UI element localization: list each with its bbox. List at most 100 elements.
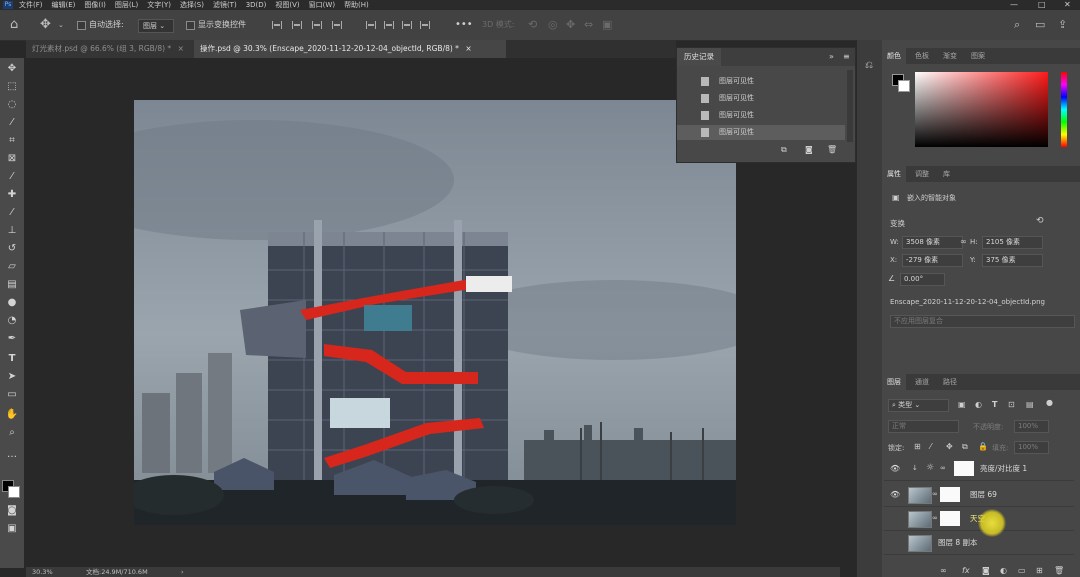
menu-window[interactable]: 窗口(W): [309, 0, 335, 10]
screen-mode-icon[interactable]: ▣: [5, 522, 19, 536]
filter-pixel-icon[interactable]: ▣: [958, 400, 966, 409]
history-brush-tool-icon[interactable]: ↺: [5, 242, 19, 256]
tab-layers[interactable]: 图层: [882, 374, 906, 390]
gradient-tool-icon[interactable]: ▤: [5, 278, 19, 292]
tab-color[interactable]: 颜色: [882, 48, 906, 64]
tab-gradients[interactable]: 渐变: [938, 48, 962, 64]
more-options-icon[interactable]: •••: [455, 10, 473, 40]
lock-artboard-icon[interactable]: ⧉: [962, 442, 968, 452]
search-icon[interactable]: ⌕: [1014, 10, 1020, 40]
blur-tool-icon[interactable]: ●: [5, 296, 19, 310]
distribute-left-icon[interactable]: [366, 21, 376, 29]
lock-transparency-icon[interactable]: ⊞: [914, 442, 921, 451]
menu-filter[interactable]: 滤镜(T): [213, 0, 237, 10]
background-color-chip[interactable]: [898, 80, 910, 92]
menu-view[interactable]: 视图(V): [275, 0, 299, 10]
history-scrollbar[interactable]: [847, 70, 853, 142]
new-document-from-state-icon[interactable]: ⧉: [781, 145, 787, 155]
tab-patterns[interactable]: 图案: [966, 48, 990, 64]
history-item-selected[interactable]: 图层可见性: [677, 125, 845, 140]
history-item[interactable]: 图层可见性: [677, 74, 845, 89]
frame-tool-icon[interactable]: ⊠: [5, 152, 19, 166]
trash-icon[interactable]: 🗑: [1054, 566, 1064, 575]
tab-paths[interactable]: 路径: [938, 374, 962, 390]
menu-file[interactable]: 文件(F): [19, 0, 43, 10]
tab-history[interactable]: 历史记录: [677, 48, 721, 66]
layer-thumbnail[interactable]: [908, 511, 932, 528]
3d-orbit-icon[interactable]: ⟲: [528, 10, 537, 40]
lock-all-icon[interactable]: 🔒: [978, 442, 988, 451]
new-adjustment-icon[interactable]: ◐: [1000, 566, 1007, 575]
quick-mask-icon[interactable]: ◙: [5, 504, 19, 518]
menu-3d[interactable]: 3D(D): [246, 0, 267, 10]
share-icon[interactable]: ⇪: [1058, 10, 1067, 40]
tab-adjustments[interactable]: 调整: [910, 166, 934, 182]
menu-edit[interactable]: 编辑(E): [52, 0, 76, 10]
close-window-button[interactable]: ✕: [1064, 0, 1071, 9]
home-icon[interactable]: ⌂: [10, 10, 18, 40]
close-icon[interactable]: ×: [178, 44, 184, 53]
crop-tool-icon[interactable]: ⌗: [5, 134, 19, 148]
zoom-level[interactable]: 30.3%: [32, 567, 53, 577]
background-color-swatch[interactable]: [8, 486, 20, 498]
marquee-tool-icon[interactable]: ⬚: [5, 80, 19, 94]
filter-smart-object-icon[interactable]: ▤: [1026, 400, 1034, 409]
brush-tool-icon[interactable]: ⁄: [5, 206, 19, 220]
fill-field[interactable]: 100%: [1014, 441, 1049, 454]
link-icon[interactable]: ∞: [960, 237, 967, 246]
reset-transform-icon[interactable]: ⟲: [1036, 216, 1044, 226]
history-item[interactable]: 图层可见性: [677, 108, 845, 123]
dodge-tool-icon[interactable]: ◔: [5, 314, 19, 328]
status-menu-arrow[interactable]: ›: [181, 567, 184, 577]
layer-mask-thumbnail[interactable]: [940, 511, 960, 526]
visibility-eye-icon[interactable]: 👁: [890, 464, 900, 473]
close-icon[interactable]: ×: [465, 44, 471, 53]
3d-roll-icon[interactable]: ◎: [548, 10, 558, 40]
visibility-eye-icon[interactable]: 👁: [890, 490, 900, 499]
layer-thumbnail[interactable]: [908, 535, 932, 552]
eyedropper-tool-icon[interactable]: ⁄: [5, 170, 19, 184]
layer-row[interactable]: 👁 ↓ ☼ ∞ 亮度/对比度 1: [884, 458, 1074, 481]
menu-layer[interactable]: 图层(L): [115, 0, 138, 10]
distribute-right-icon[interactable]: [402, 21, 412, 29]
pen-tool-icon[interactable]: ✒: [5, 332, 19, 346]
path-select-tool-icon[interactable]: ➤: [5, 370, 19, 384]
align-right-icon[interactable]: [312, 21, 322, 29]
layer-comps-dropdown[interactable]: 不应用图层复合: [890, 315, 1075, 328]
maximize-button[interactable]: □: [1038, 0, 1046, 9]
layer-name[interactable]: 图层 8 副本: [938, 532, 978, 554]
tab-properties[interactable]: 属性: [882, 166, 906, 182]
tab-swatches[interactable]: 色板: [910, 48, 934, 64]
y-field[interactable]: 375 像素: [982, 254, 1043, 267]
minimize-button[interactable]: —: [1010, 0, 1018, 9]
document-image[interactable]: [134, 100, 736, 525]
show-transform-checkbox[interactable]: [186, 21, 195, 30]
3d-pan-icon[interactable]: ✥: [566, 10, 575, 40]
opacity-field[interactable]: 100%: [1014, 420, 1049, 433]
filter-toggle-icon[interactable]: ●: [1046, 398, 1053, 407]
new-layer-icon[interactable]: ⊞: [1036, 566, 1043, 575]
layer-thumbnail[interactable]: [908, 487, 932, 504]
quick-select-tool-icon[interactable]: ⁄: [5, 116, 19, 130]
add-mask-icon[interactable]: ◙: [982, 566, 990, 575]
move-tool-icon[interactable]: ✥: [5, 62, 19, 76]
zoom-tool-icon[interactable]: ⌕: [5, 426, 19, 440]
layer-name[interactable]: 图层 69: [970, 484, 997, 506]
tab-libraries[interactable]: 库: [938, 166, 955, 182]
width-field[interactable]: 3508 像素: [902, 236, 963, 249]
auto-select-checkbox[interactable]: [77, 21, 86, 30]
snapshot-camera-icon[interactable]: ◙: [805, 145, 813, 154]
chevron-down-icon[interactable]: ⌄: [58, 10, 64, 40]
layer-name[interactable]: 亮度/对比度 1: [980, 458, 1027, 480]
layer-row[interactable]: 👁 ∞ 图层 69: [884, 484, 1074, 507]
fx-icon[interactable]: fx: [962, 566, 970, 575]
trash-icon[interactable]: 🗑: [827, 145, 837, 154]
healing-brush-tool-icon[interactable]: ✚: [5, 188, 19, 202]
filter-shape-icon[interactable]: ⊡: [1008, 400, 1015, 409]
angle-field[interactable]: 0.00°: [900, 273, 945, 286]
layer-mask-thumbnail[interactable]: [940, 487, 960, 502]
more-tools-icon[interactable]: …: [5, 448, 19, 462]
hand-tool-icon[interactable]: ✋: [5, 408, 19, 422]
history-panel-icon[interactable]: ⎌: [865, 60, 873, 71]
eraser-tool-icon[interactable]: ▱: [5, 260, 19, 274]
